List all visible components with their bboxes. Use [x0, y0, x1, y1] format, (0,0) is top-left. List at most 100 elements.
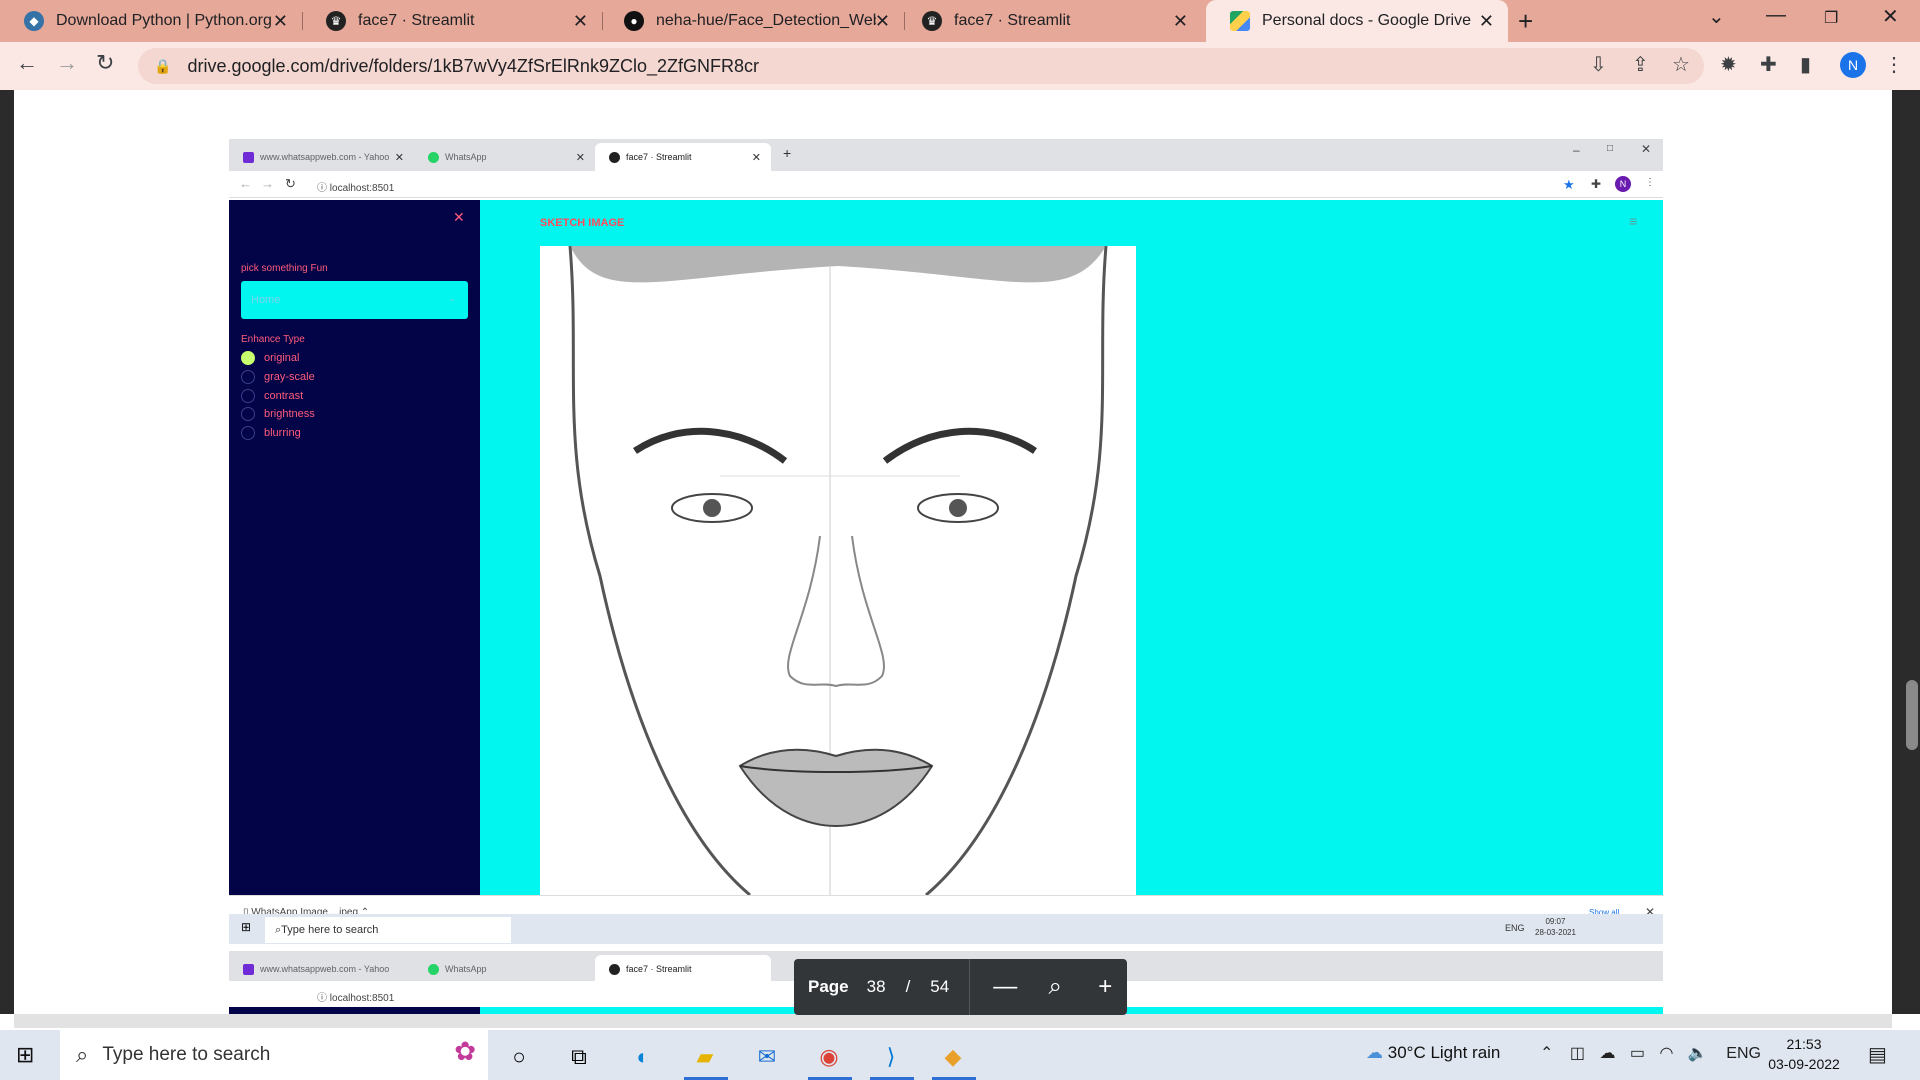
embedded-tab-active: face7 · Streamlit ✕: [595, 143, 771, 171]
windows-start-button[interactable]: ⊞: [16, 1042, 34, 1068]
close-icon: ✕: [751, 152, 761, 164]
chevron-down-icon: ⌄: [448, 293, 456, 303]
zoom-icon[interactable]: ⌕: [1040, 973, 1070, 1001]
edge-icon[interactable]: ◐: [626, 1040, 660, 1074]
onedrive-icon[interactable]: ☁: [1599, 1045, 1615, 1062]
streamlit-icon: ♛: [326, 11, 346, 31]
meet-icon[interactable]: ◫: [1570, 1045, 1585, 1062]
browser-tab-4[interactable]: ♛ face7 · Streamlit ✕: [898, 0, 1202, 42]
forward-icon: →: [261, 176, 274, 191]
embedded-tab-active: face7 · Streamlit: [595, 955, 771, 983]
vertical-scrollbar-thumb[interactable]: [1906, 680, 1918, 750]
extensions-puzzle-icon[interactable]: ✚: [1760, 52, 1777, 77]
browser-tab-3[interactable]: ● neha-hue/Face_Detection_WebA ✕: [600, 0, 904, 42]
divider: [969, 959, 971, 1015]
google-drive-icon: [1230, 11, 1250, 31]
git-gui-icon[interactable]: ◆: [936, 1040, 970, 1074]
clock-date: 03-09-2022: [1768, 1056, 1840, 1072]
mail-icon[interactable]: ✉: [750, 1040, 784, 1074]
close-icon[interactable]: ✕: [273, 11, 288, 32]
windows-start-icon: ⊞: [241, 920, 252, 934]
page-navigation-control: Page 38 / 54 — ⌕ +: [794, 959, 1127, 1015]
taskbar-search-box[interactable]: ⌕ Type here to search ✿: [60, 1030, 488, 1080]
taskbar-clock[interactable]: 21:53 03-09-2022: [1764, 1034, 1844, 1074]
back-icon[interactable]: ←: [16, 50, 38, 76]
embedded-url: ⓘ localhost:8501: [317, 179, 394, 194]
radio-brightness: brightness: [241, 407, 315, 421]
new-tab-button[interactable]: +: [1518, 6, 1533, 37]
vscode-icon[interactable]: ⟩: [874, 1040, 908, 1074]
embedded-tab: WhatsApp: [414, 955, 595, 983]
chrome-icon[interactable]: ◉: [812, 1040, 846, 1074]
file-explorer-icon[interactable]: ▰: [688, 1040, 722, 1074]
extension-bug-icon[interactable]: ✹: [1720, 52, 1737, 77]
embedded-search-box: ⌕ Type here to search: [265, 917, 511, 943]
close-icon[interactable]: ✕: [1173, 11, 1188, 32]
browser-tab-1[interactable]: ◆ Download Python | Python.org ✕: [0, 0, 302, 42]
forward-icon[interactable]: →: [56, 50, 78, 76]
page-label: Page: [808, 977, 849, 996]
plus-icon: +: [783, 145, 792, 161]
zoom-in-button[interactable]: +: [1090, 973, 1120, 1001]
browser-tab-5[interactable]: Personal docs - Google Drive ✕: [1206, 0, 1508, 42]
close-icon[interactable]: ✕: [573, 11, 588, 32]
embedded-tab-title: WhatsApp: [445, 152, 487, 162]
zoom-out-button[interactable]: —: [990, 973, 1020, 1001]
reload-icon[interactable]: ↻: [96, 50, 114, 76]
restore-button[interactable]: ❐: [1824, 8, 1838, 28]
streamlit-icon: ♛: [922, 11, 942, 31]
battery-icon[interactable]: ▭: [1630, 1045, 1645, 1062]
embedded-tab-title: face7 · Streamlit: [626, 964, 692, 974]
side-panel-icon[interactable]: ▮: [1800, 52, 1811, 77]
radio-dot: [241, 351, 255, 365]
notification-icon[interactable]: ▤: [1868, 1042, 1887, 1067]
embedded-tab: www.whatsappweb.com - Yahoo: [229, 955, 414, 983]
share-icon[interactable]: ⇪: [1632, 52, 1649, 77]
chevron-up-icon[interactable]: ⌃: [1540, 1045, 1553, 1062]
task-view-icon[interactable]: ⧉: [562, 1040, 596, 1074]
url-text: drive.google.com/drive/folders/1kB7wVy4Z…: [187, 55, 759, 76]
reload-icon: ↻: [285, 176, 296, 191]
language-indicator[interactable]: ENG: [1726, 1045, 1761, 1062]
install-icon[interactable]: ⇩: [1590, 52, 1607, 77]
search-highlight-icon: ✿: [454, 1036, 476, 1066]
browser-tab-2[interactable]: ♛ face7 · Streamlit ✕: [302, 0, 602, 42]
embedded-tab-title: face7 · Streamlit: [626, 152, 692, 162]
close-icon[interactable]: ✕: [875, 11, 890, 32]
avatar: N: [1615, 176, 1631, 192]
address-bar[interactable]: 🔒 drive.google.com/drive/folders/1kB7wVy…: [138, 48, 1704, 84]
weather-widget[interactable]: ☁ 30°C Light rain: [1366, 1043, 1500, 1063]
radio-label: brightness: [264, 408, 315, 420]
minimize-icon: –: [1573, 143, 1580, 157]
tab-search-icon[interactable]: ⌄: [1708, 4, 1725, 29]
streamlit-icon: [609, 151, 620, 163]
weather-text: 30°C Light rain: [1387, 1043, 1501, 1062]
star-icon[interactable]: ☆: [1672, 52, 1690, 77]
face-sketch-drawing: [568, 246, 1108, 895]
viewer-scrollbar-track: [1892, 90, 1920, 1014]
cortana-icon[interactable]: ○: [502, 1040, 536, 1074]
volume-icon[interactable]: 🔈: [1688, 1045, 1708, 1062]
page-number-input[interactable]: 38: [867, 977, 886, 997]
viewer-left-margin: [0, 90, 14, 1014]
radio-dot: [241, 426, 255, 440]
embedded-sidebar-strip: [229, 1007, 480, 1014]
radio-label: contrast: [264, 390, 304, 402]
wifi-icon[interactable]: ◠: [1659, 1045, 1673, 1062]
select-box: Home ⌄: [241, 281, 468, 319]
yahoo-icon: [243, 151, 254, 163]
kebab-menu-icon[interactable]: ⋮: [1884, 52, 1904, 77]
enhance-type-label: Enhance Type: [241, 334, 305, 345]
system-tray[interactable]: ⌃ ◫ ☁ ▭ ◠ 🔈 ENG: [1540, 1043, 1761, 1063]
profile-avatar[interactable]: N: [1840, 52, 1866, 78]
tab-title: neha-hue/Face_Detection_WebA: [656, 12, 876, 29]
select-value: Home: [251, 294, 281, 306]
streamlit-icon: [609, 963, 620, 975]
horizontal-scrollbar[interactable]: [14, 1014, 1892, 1028]
info-icon: ⓘ: [317, 993, 330, 1004]
close-window-button[interactable]: ✕: [1882, 4, 1899, 29]
radio-label: blurring: [264, 427, 301, 439]
minimize-button[interactable]: —: [1766, 4, 1786, 27]
tab-title: Personal docs - Google Drive: [1262, 12, 1471, 29]
close-icon[interactable]: ✕: [1479, 11, 1494, 32]
